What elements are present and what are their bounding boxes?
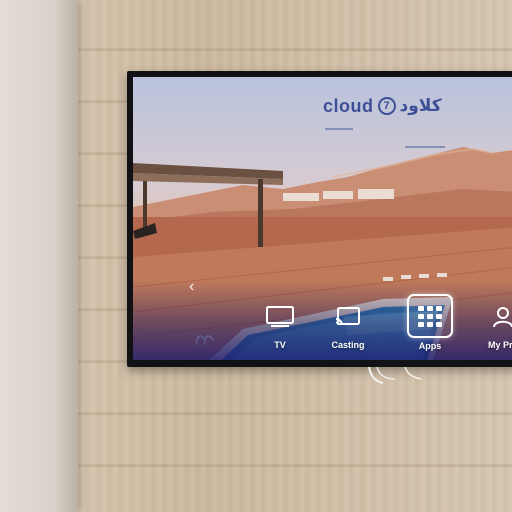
menu-item-tv[interactable]: TV	[248, 297, 312, 359]
apps-grid-icon	[407, 294, 453, 338]
tv-icon	[260, 297, 300, 337]
menu-item-my-profile[interactable]: My Pro	[471, 297, 512, 359]
menu-label-my-profile: My Pro	[487, 340, 512, 350]
white-pillar	[0, 0, 78, 512]
cast-icon	[328, 297, 368, 337]
logo-tagline-mark	[323, 117, 473, 148]
chevron-left-icon[interactable]: ‹	[189, 278, 194, 296]
tv-cables	[368, 367, 422, 384]
logo-text-ar: كلاود	[399, 96, 442, 116]
user-icon	[483, 297, 512, 337]
menu-label-apps: Apps	[418, 341, 442, 351]
pergola-structure	[133, 163, 394, 247]
menu-label-tv: TV	[274, 340, 286, 350]
logo-mark-icon: 7	[377, 97, 396, 115]
menu-item-casting[interactable]: Casting	[316, 297, 380, 359]
menu-item-apps[interactable]: Apps	[398, 294, 462, 356]
tv-set: cloud 7 كلاود ‹ TV Casting Apps My Pr	[127, 71, 512, 367]
logo-text-en: cloud	[323, 95, 374, 116]
menu-label-casting: Casting	[331, 340, 365, 350]
tv-screen: cloud 7 كلاود ‹ TV Casting Apps My Pr	[133, 77, 512, 360]
